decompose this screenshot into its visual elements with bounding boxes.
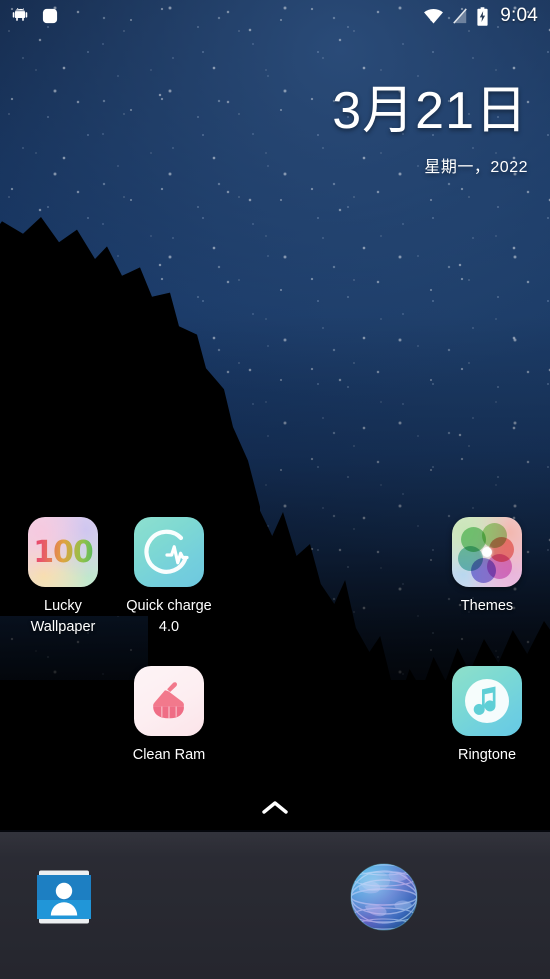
charge-pulse-icon xyxy=(134,517,204,587)
phone-home-screen: 9:04 3月21日 星期一，2022 100 Lucky Wallpaper … xyxy=(0,0,550,979)
date-widget-date: 3月21日 xyxy=(332,82,528,140)
app-clean-ram[interactable]: Clean Ram xyxy=(116,666,222,766)
no-sim-signal-icon xyxy=(452,7,468,25)
status-bar-notifications xyxy=(10,6,60,26)
globe-icon xyxy=(345,858,418,931)
dock xyxy=(0,832,550,979)
app-label-ringtone: Ringtone xyxy=(457,747,517,763)
globe-glyph xyxy=(350,863,418,931)
app-ringtone[interactable]: Ringtone xyxy=(434,666,540,766)
status-bar-indicators: 9:04 xyxy=(423,5,538,27)
chevron-up-icon[interactable] xyxy=(258,795,292,821)
app-lucky-wallpaper[interactable]: 100 Lucky Wallpaper xyxy=(10,517,116,637)
date-widget[interactable]: 3月21日 星期一，2022 xyxy=(332,84,528,177)
hundred-icon-text: 100 xyxy=(28,517,98,587)
date-widget-weekday-year: 星期一，2022 xyxy=(424,158,528,176)
app-label-themes: Themes xyxy=(460,598,514,614)
flower-center-dot xyxy=(482,547,492,557)
android-robot-icon xyxy=(10,6,30,26)
charge-pulse-glyph xyxy=(144,529,189,574)
status-bar-clock: 9:04 xyxy=(500,5,538,26)
dock-app-browser[interactable] xyxy=(333,858,429,931)
music-note-glyph xyxy=(465,679,509,723)
battery-charging-icon xyxy=(476,6,489,26)
broom-glyph xyxy=(153,682,184,719)
contacts-card-icon xyxy=(28,861,100,933)
petal-teal xyxy=(458,546,483,571)
broom-icon xyxy=(134,666,204,736)
app-label-clean-ram: Clean Ram xyxy=(132,747,206,763)
app-quick-charge[interactable]: Quick charge 4.0 xyxy=(116,517,222,637)
white-square-notification-icon xyxy=(40,6,60,26)
dock-app-contacts[interactable] xyxy=(16,861,112,933)
status-bar: 9:04 xyxy=(0,0,550,32)
app-themes[interactable]: Themes xyxy=(434,517,540,617)
flower-petals-icon xyxy=(452,517,522,587)
app-label-quick-charge: Quick charge 4.0 xyxy=(126,598,212,635)
wifi-icon xyxy=(423,7,444,25)
music-note-icon xyxy=(452,666,522,736)
app-label-lucky-wallpaper: Lucky Wallpaper xyxy=(30,598,96,635)
hundred-icon: 100 xyxy=(28,517,98,587)
contacts-glyph xyxy=(37,870,91,924)
